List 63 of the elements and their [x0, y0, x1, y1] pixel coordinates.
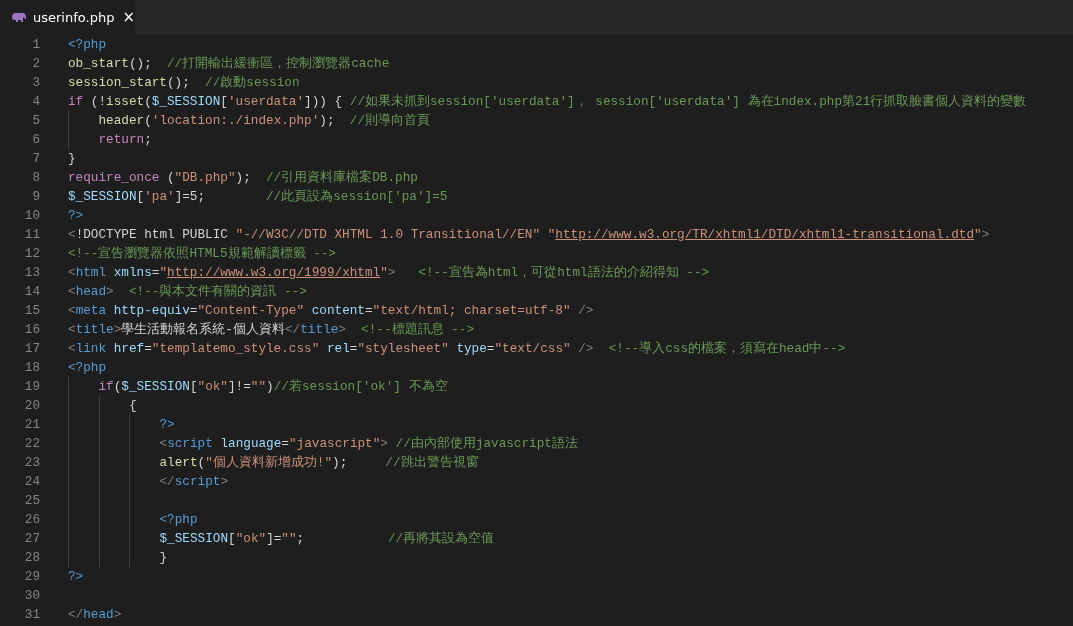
line-number: 23	[23, 454, 40, 472]
code-line: <?php	[159, 511, 198, 529]
code-line: $_SESSION['pa']=5; //此頁設為session['pa']=5	[68, 188, 448, 206]
code-line: ?>	[68, 207, 84, 225]
line-number: 18	[23, 359, 40, 377]
line-number: 31	[23, 606, 40, 624]
file-tab[interactable]: userinfo.php ×	[0, 0, 135, 35]
elephant-icon	[12, 12, 27, 23]
line-number: 25	[23, 492, 40, 510]
line-number: 20	[23, 397, 40, 415]
line-number: 1	[31, 36, 40, 54]
code-line: }	[68, 150, 76, 168]
code-line: return;	[98, 131, 152, 149]
code-line: <head> <!--與本文件有關的資訊 -->	[68, 283, 307, 301]
line-number: 28	[23, 549, 40, 567]
line-number: 29	[23, 568, 40, 586]
line-number: 9	[31, 188, 40, 206]
line-number: 11	[23, 226, 40, 244]
line-number: 12	[23, 245, 40, 263]
line-number: 27	[23, 530, 40, 548]
line-number: 16	[23, 321, 40, 339]
line-number: 24	[23, 473, 40, 491]
code-line: ?>	[68, 568, 84, 586]
code-line: }	[159, 549, 168, 567]
line-number: 19	[23, 378, 40, 396]
code-line: require_once ("DB.php"); //引用資料庫檔案DB.php	[68, 169, 418, 187]
line-number: 5	[31, 112, 40, 130]
code-line: if($_SESSION["ok"]!="")//若session['ok'] 不為空	[98, 378, 448, 396]
code-line: <!--宣告瀏覽器依照HTML5規範解讀標籤 -->	[68, 245, 336, 263]
code-line: <title>學生活動報名系統-個人資料</title> <!--標題訊息 -->	[68, 321, 475, 339]
line-number: 3	[31, 74, 40, 92]
code-line: <?php	[68, 36, 107, 54]
code-line: ob_start(); //打開輸出緩衝區，控制瀏覽器cache	[68, 55, 390, 73]
code-line: <meta http-equiv="Content-Type" content="text/html; charset=utf-8" />	[68, 302, 594, 320]
code-line: <script language="javascript"> //由內部使用javascript語法	[159, 435, 578, 453]
code-line: </head>	[68, 606, 122, 624]
line-number: 26	[23, 511, 40, 529]
line-number: 6	[31, 131, 40, 149]
line-number: 10	[23, 207, 40, 225]
code-line: if (!isset($_SESSION['userdata'])) { //如果未抓到session['userdata']， session['userdata'] 為在index.php第21行抓取臉書個人資料的變數	[68, 93, 1027, 111]
code-line: ?>	[159, 416, 175, 434]
line-number: 22	[23, 435, 40, 453]
line-number: 13	[23, 264, 40, 282]
code-line: <html xmlns="http://www.w3.org/1999/xhtml"> <!--宣告為html，可從html語法的介紹得知 -->	[68, 264, 710, 282]
line-number: 4	[31, 93, 40, 111]
line-number: 2	[31, 55, 40, 73]
code-line: {	[129, 397, 137, 415]
line-number: 15	[23, 302, 40, 320]
code-line: alert("個人資料新增成功!"); //跳出警告視窗	[159, 454, 479, 472]
line-number: 8	[31, 169, 40, 187]
line-number: 21	[23, 416, 40, 434]
line-number: 14	[23, 283, 40, 301]
code-line: <?php	[68, 359, 107, 377]
line-number: 7	[31, 150, 40, 168]
code-line: </script>	[159, 473, 229, 491]
code-line: header('location:./index.php'); //則導向首頁	[98, 112, 431, 130]
code-line: <link href="templatemo_style.css" rel="stylesheet" type="text/css" /> <!--導入css的檔案，須寫在head中-->	[68, 340, 846, 358]
code-line: $_SESSION["ok"]=""; //再將其設為空值	[159, 530, 495, 548]
close-button[interactable]: ×	[120, 10, 137, 25]
line-number: 17	[23, 340, 40, 358]
line-number: 30	[23, 587, 40, 605]
code-line: <!DOCTYPE html PUBLIC "-//W3C//DTD XHTML 1.0 Transitional//EN" "http://www.w3.org/TR/xhtml1/DTD/xhtml1-transitional.dtd">	[68, 226, 990, 244]
code-line: session_start(); //啟動session	[68, 74, 300, 92]
